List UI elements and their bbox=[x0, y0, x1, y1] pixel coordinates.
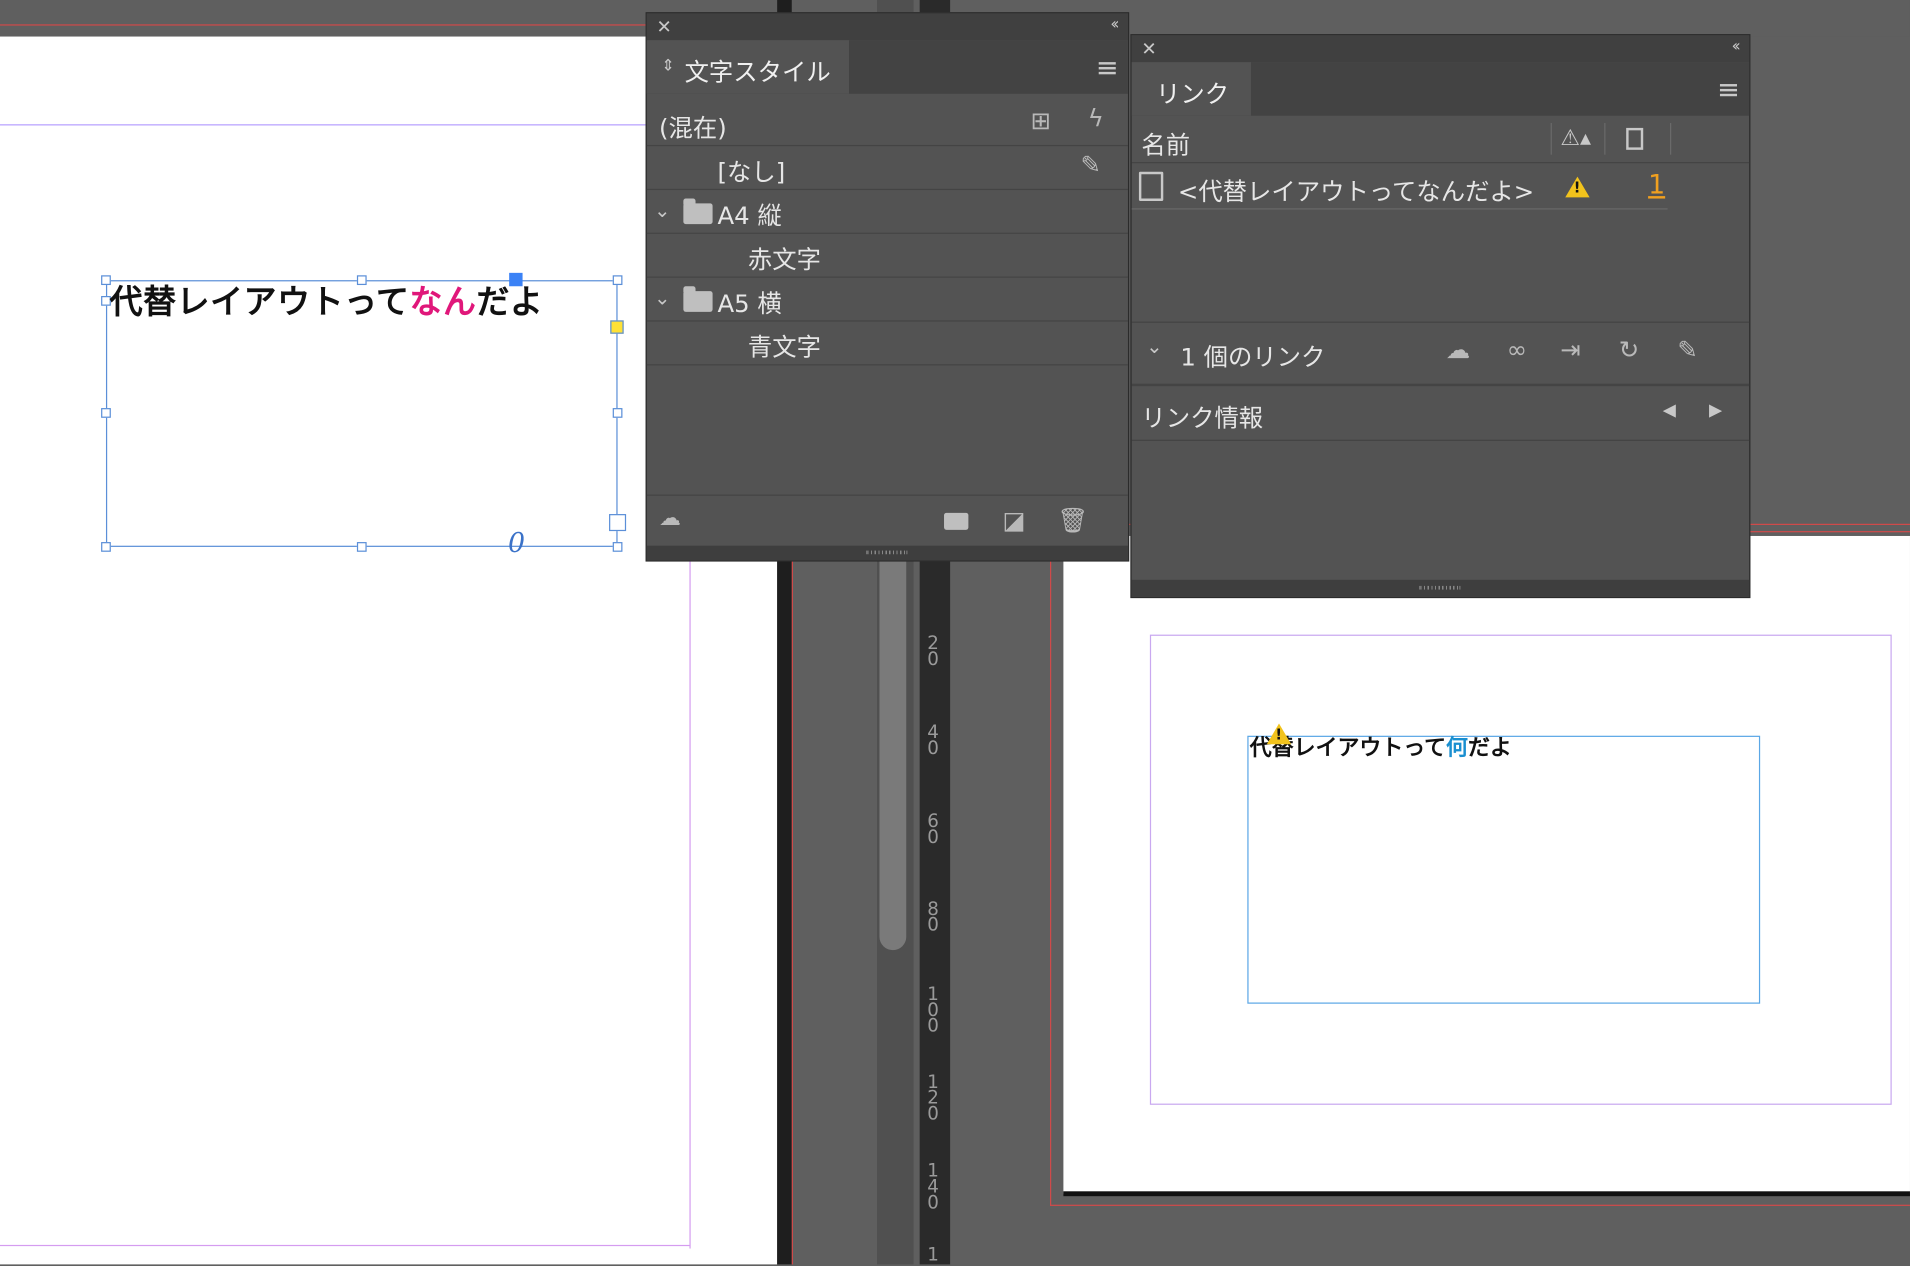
warning-icon[interactable] bbox=[1266, 723, 1292, 745]
collapse-icon[interactable]: ‹‹ bbox=[1732, 38, 1741, 56]
status-column-icon[interactable]: ⚠▴ bbox=[1560, 125, 1591, 151]
margin-guide bbox=[689, 560, 691, 1249]
cloud-link-icon[interactable]: ☁ bbox=[1446, 335, 1470, 364]
ruler-label: 20 bbox=[927, 632, 939, 670]
previous-arrow-icon[interactable]: ◀ bbox=[1663, 401, 1676, 420]
relink-icon[interactable]: ∞ bbox=[1507, 335, 1527, 364]
overset-indicator: 0 bbox=[507, 528, 526, 560]
ruler-label: 80 bbox=[927, 897, 939, 936]
close-icon[interactable]: ✕ bbox=[1141, 38, 1156, 60]
close-icon[interactable]: ✕ bbox=[657, 16, 672, 38]
bleed-guide bbox=[791, 535, 793, 1265]
link-name: <代替レイアウトってなんだよ> bbox=[1177, 176, 1535, 206]
ruler-label: 100 bbox=[927, 983, 939, 1037]
style-label: [なし] bbox=[717, 157, 786, 187]
style-group-label: A4 縦 bbox=[717, 200, 782, 231]
panel-menu-icon[interactable] bbox=[1719, 84, 1738, 97]
new-style-icon[interactable]: ◪ bbox=[1002, 506, 1025, 535]
list-item[interactable]: ⌄ A4 縦 bbox=[646, 189, 1128, 234]
link-count-bar: ⌄ 1 個のリンク ☁ ∞ ⇥ ↻ ✎ bbox=[1131, 321, 1750, 387]
list-item[interactable]: 赤文字 bbox=[646, 233, 1128, 278]
link-count-label: 1 個のリンク bbox=[1180, 342, 1326, 372]
margin-guide bbox=[0, 1244, 690, 1247]
frame-handle[interactable] bbox=[101, 542, 111, 552]
resize-grip[interactable] bbox=[866, 550, 908, 555]
bleed-guide bbox=[1050, 1204, 1910, 1206]
folder-icon bbox=[683, 286, 713, 312]
list-item[interactable]: ⌄ A5 横 bbox=[646, 277, 1128, 322]
frame-handle[interactable] bbox=[612, 408, 623, 418]
frame-handle[interactable] bbox=[612, 542, 623, 552]
page-column-icon[interactable] bbox=[1626, 127, 1644, 150]
updown-icon: ⇕ bbox=[661, 57, 675, 76]
right-text-frame[interactable] bbox=[1247, 735, 1761, 1004]
margin-guide bbox=[0, 124, 646, 126]
tab-character-styles[interactable]: ⇕ 文字スタイル bbox=[646, 40, 850, 94]
tab-links[interactable]: リンク bbox=[1131, 62, 1251, 116]
trash-icon[interactable]: 🗑 bbox=[1057, 506, 1088, 535]
style-group-label: A5 横 bbox=[717, 288, 782, 318]
links-header-row: 名前 ⚠▴ bbox=[1131, 118, 1750, 164]
style-label: 赤文字 bbox=[747, 244, 821, 275]
ruler-label: 140 bbox=[927, 1159, 939, 1214]
resize-grip[interactable] bbox=[1419, 585, 1461, 590]
current-style-row: (混在) ⊞ ϟ bbox=[646, 101, 1128, 147]
document-icon bbox=[1138, 171, 1164, 201]
ruler-label: 120 bbox=[927, 1070, 939, 1125]
link-info-label: リンク情報 bbox=[1141, 403, 1264, 433]
collapse-icon[interactable]: ‹‹ bbox=[1110, 16, 1119, 34]
bleed-guide bbox=[1750, 531, 1910, 533]
out-port[interactable] bbox=[609, 514, 627, 532]
next-arrow-icon[interactable]: ▶ bbox=[1709, 401, 1722, 420]
left-frame-text[interactable]: 代替レイアウトってなんだよ bbox=[110, 275, 544, 323]
warning-icon bbox=[1565, 176, 1590, 198]
style-label: 青文字 bbox=[747, 332, 821, 362]
go-to-link-icon[interactable]: ⇥ bbox=[1560, 335, 1580, 364]
edit-original-icon[interactable]: ✎ bbox=[1677, 335, 1697, 364]
link-info-bar: リンク情報 ◀ ▶ bbox=[1131, 386, 1750, 441]
link-page-number[interactable]: 1 bbox=[1648, 171, 1665, 201]
frame-handle[interactable] bbox=[101, 408, 111, 418]
scrollbar-thumb[interactable] bbox=[879, 535, 907, 951]
character-styles-panel[interactable]: ✕ ‹‹ ⇕ 文字スタイル (混在) ⊞ ϟ [なし] ✎ ⌄ A4 縦 赤文字… bbox=[645, 12, 1130, 562]
cloud-library-icon[interactable]: ☁ bbox=[659, 506, 681, 532]
update-link-icon[interactable]: ↻ bbox=[1619, 335, 1639, 364]
corner-option-handle[interactable] bbox=[610, 320, 624, 334]
ruler-label: 60 bbox=[927, 810, 939, 848]
frame-handle[interactable] bbox=[612, 275, 623, 286]
ruler-label: 1 bbox=[927, 1243, 939, 1266]
frame-handle[interactable] bbox=[356, 542, 367, 552]
page-shadow bbox=[1063, 1191, 1910, 1197]
new-style-icon[interactable]: ⊞ bbox=[1031, 106, 1051, 135]
current-style-label: (混在) bbox=[658, 113, 727, 143]
new-folder-icon[interactable] bbox=[944, 512, 969, 530]
panel-resize-bar[interactable] bbox=[1131, 579, 1750, 597]
bleed-guide bbox=[1050, 523, 1052, 1206]
links-panel[interactable]: ✕ ‹‹ リンク 名前 ⚠▴ <代替レイアウトってなんだよ> 1 ⌄ 1 個のリ… bbox=[1130, 34, 1751, 599]
tab-label: 文字スタイル bbox=[684, 57, 831, 87]
panel-titlebar[interactable]: ✕ ‹‹ bbox=[646, 13, 1128, 41]
panel-menu-icon[interactable] bbox=[1098, 62, 1116, 75]
column-name-header[interactable]: 名前 bbox=[1141, 125, 1190, 160]
list-item[interactable]: 青文字 bbox=[646, 320, 1128, 366]
folder-icon bbox=[683, 198, 713, 225]
column-divider bbox=[1604, 123, 1606, 155]
column-divider bbox=[1670, 123, 1672, 155]
panel-resize-bar[interactable] bbox=[646, 545, 1128, 561]
chevron-down-icon[interactable]: ⌄ bbox=[654, 199, 670, 222]
table-row[interactable]: <代替レイアウトってなんだよ> 1 bbox=[1131, 164, 1668, 210]
tab-label: リンク bbox=[1155, 79, 1230, 109]
chevron-down-icon[interactable]: ⌄ bbox=[654, 286, 670, 309]
panel-titlebar[interactable]: ✕ ‹‹ bbox=[1131, 35, 1750, 63]
quick-apply-icon[interactable]: ϟ bbox=[1088, 104, 1104, 133]
list-item[interactable]: [なし] ✎ bbox=[646, 145, 1128, 191]
column-divider bbox=[1550, 123, 1552, 155]
chevron-down-icon[interactable]: ⌄ bbox=[1146, 335, 1162, 358]
pen-slash-icon: ✎ bbox=[1080, 149, 1101, 180]
divider bbox=[646, 494, 1128, 496]
ruler-label: 40 bbox=[927, 721, 939, 759]
